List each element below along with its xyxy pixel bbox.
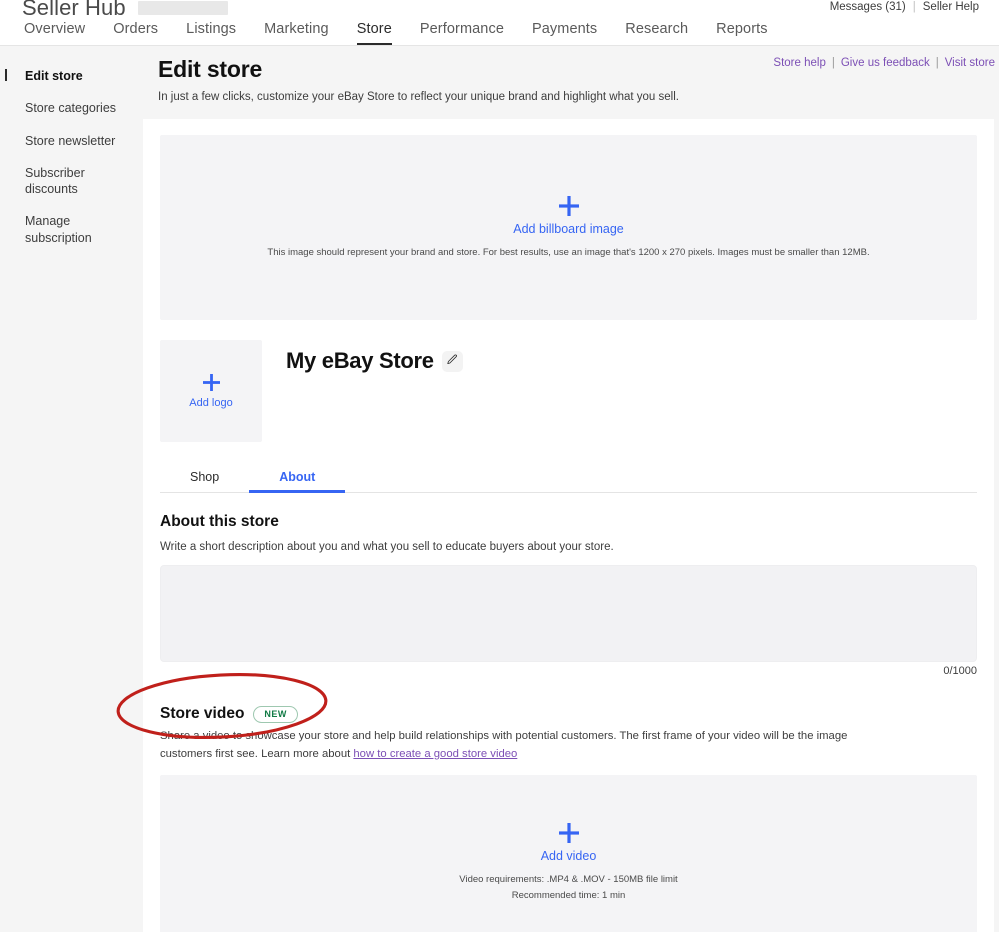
page-body: Edit store Store categories Store newslett… — [0, 46, 999, 932]
top-bar: Seller Hub Messages (31) | Seller Help O… — [0, 0, 999, 46]
nav-item-listings[interactable]: Listings — [172, 21, 250, 45]
pencil-icon — [446, 354, 458, 369]
sidebar-item-label: Store newsletter — [25, 134, 115, 148]
sidebar-item-label: Edit store — [25, 69, 83, 83]
store-name-row: My eBay Store — [286, 340, 463, 374]
store-video-description: Share a video to showcase your store and… — [160, 728, 890, 763]
character-counter: 0/1000 — [160, 665, 977, 677]
store-name: My eBay Store — [286, 348, 434, 374]
edit-store-name-button[interactable] — [442, 351, 463, 372]
plus-icon — [202, 373, 221, 392]
redaction-block — [138, 1, 228, 15]
give-us-feedback-link[interactable]: Give us feedback — [841, 57, 930, 69]
nav-item-store[interactable]: Store — [343, 21, 406, 45]
nav-item-orders[interactable]: Orders — [99, 21, 172, 45]
sidebar: Edit store Store categories Store newslett… — [0, 46, 142, 932]
store-identity-row: Add logo My eBay Store — [160, 340, 977, 442]
sidebar-item-label: Subscriber discounts — [25, 166, 85, 196]
nav-item-reports[interactable]: Reports — [702, 21, 781, 45]
tab-shop[interactable]: Shop — [160, 464, 249, 493]
add-logo-label: Add logo — [189, 397, 232, 409]
sidebar-item-subscriber-discounts[interactable]: Subscriber discounts — [0, 157, 142, 206]
nav-item-payments[interactable]: Payments — [518, 21, 611, 45]
video-recommended-time: Recommended time: 1 min — [512, 889, 626, 903]
logo-dropzone[interactable]: Add logo — [160, 340, 262, 442]
store-help-link[interactable]: Store help — [773, 57, 825, 69]
header-link-divider: | — [936, 57, 939, 69]
visit-store-link[interactable]: Visit store — [945, 57, 995, 69]
billboard-dropzone[interactable]: Add billboard image This image should re… — [160, 135, 977, 320]
sidebar-item-label: Store categories — [25, 101, 116, 115]
sidebar-item-label: Manage subscription — [25, 214, 92, 244]
active-indicator — [5, 69, 7, 81]
nav-item-marketing[interactable]: Marketing — [250, 21, 343, 45]
main-navigation: OverviewOrdersListingsMarketingStorePerf… — [20, 21, 782, 45]
edit-store-card: Add billboard image This image should re… — [143, 119, 994, 932]
about-section-description: Write a short description about you and … — [160, 539, 977, 556]
about-this-store-section: About this store Write a short descripti… — [160, 513, 977, 677]
store-video-heading-row: Store video NEW — [160, 705, 977, 723]
nav-item-performance[interactable]: Performance — [406, 21, 518, 45]
store-preview-tabs: ShopAbout — [160, 464, 977, 493]
page-header: Edit store In just a few clicks, customi… — [142, 46, 999, 103]
messages-link[interactable]: Messages (31) — [830, 1, 906, 13]
seller-help-link[interactable]: Seller Help — [923, 1, 979, 13]
add-billboard-image-label: Add billboard image — [513, 222, 624, 236]
add-video-label: Add video — [541, 849, 597, 863]
seller-hub-logo[interactable]: Seller Hub — [22, 0, 126, 21]
nav-item-overview[interactable]: Overview — [20, 21, 99, 45]
video-requirements: Video requirements: .MP4 & .MOV - 150MB … — [459, 873, 677, 887]
top-bar-utility-links: Messages (31) | Seller Help — [830, 1, 979, 13]
header-link-divider: | — [832, 57, 835, 69]
sidebar-item-store-newsletter[interactable]: Store newsletter — [0, 125, 142, 157]
how-to-create-store-video-link[interactable]: how to create a good store video — [353, 748, 517, 760]
tab-about[interactable]: About — [249, 464, 345, 493]
main-content: Edit store In just a few clicks, customi… — [142, 46, 999, 932]
about-store-textarea[interactable] — [160, 565, 977, 662]
brand-area: Seller Hub — [22, 0, 228, 21]
new-badge: NEW — [253, 706, 298, 723]
nav-item-research[interactable]: Research — [611, 21, 702, 45]
video-dropzone[interactable]: Add video Video requirements: .MP4 & .MO… — [160, 775, 977, 932]
store-video-section: Store video NEW Share a video to showcas… — [160, 705, 977, 932]
sidebar-item-edit-store[interactable]: Edit store — [0, 60, 142, 92]
billboard-hint: This image should represent your brand a… — [267, 246, 869, 260]
about-section-title: About this store — [160, 513, 977, 531]
store-video-title: Store video — [160, 705, 244, 723]
header-links: Store help | Give us feedback | Visit store — [773, 57, 995, 69]
plus-icon — [558, 195, 580, 217]
plus-icon — [558, 822, 580, 844]
utility-divider: | — [913, 1, 916, 13]
sidebar-item-store-categories[interactable]: Store categories — [0, 92, 142, 124]
sidebar-item-manage-subscription[interactable]: Manage subscription — [0, 205, 142, 254]
page-subtitle: In just a few clicks, customize your eBa… — [158, 91, 979, 103]
